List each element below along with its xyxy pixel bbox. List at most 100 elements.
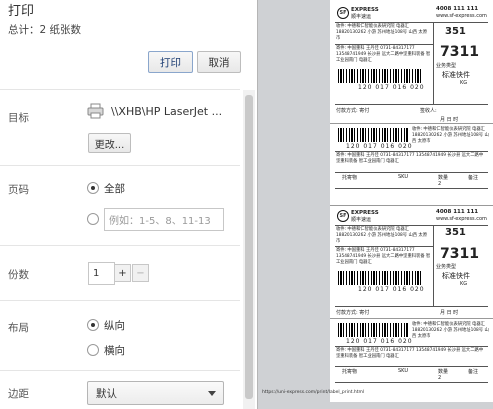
preview-page: SF EXPRESS 顺丰速运 4008 111 111 www.sf-expr… xyxy=(330,0,493,402)
margins-value: 默认 xyxy=(96,387,117,400)
tracking-number-4: 120 017 016 020 xyxy=(346,338,413,345)
hotline-2: 4008 111 111 xyxy=(436,209,479,215)
margins-select[interactable]: 默认 xyxy=(87,381,224,405)
margins-label: 边距 xyxy=(8,388,29,400)
rule xyxy=(335,225,488,226)
brand-cn: 顺丰速运 xyxy=(351,14,372,20)
print-settings-panel: 打印 总计：2 纸张数 打印 取消 目标 \\XHB\HP LaserJet .… xyxy=(0,0,257,409)
remark-label-2: 备注 xyxy=(468,369,479,375)
rule xyxy=(433,22,434,104)
rule xyxy=(335,172,488,173)
service-label-2: 业务类型 xyxy=(436,264,457,270)
rule xyxy=(335,382,488,383)
rule xyxy=(335,44,433,45)
hotline: 4008 111 111 xyxy=(436,6,479,12)
rule xyxy=(335,246,433,247)
printer-icon xyxy=(87,103,104,119)
chevron-down-icon xyxy=(208,391,216,396)
qty-label-2: 数量 xyxy=(438,369,449,375)
divider xyxy=(0,245,240,246)
divider xyxy=(0,370,240,371)
barcode-icon xyxy=(338,69,423,83)
signer-label: 签收人: xyxy=(420,108,437,114)
route-code-2: 351 xyxy=(445,227,466,238)
receiver-address: 收件: 中德和仁智能仪表研究院 电器汇 18820130262 小游 苏州地址1… xyxy=(336,24,428,41)
website: www.sf-express.com xyxy=(436,13,487,19)
layout-landscape-radio[interactable] xyxy=(87,344,99,356)
pages-all-label: 全部 xyxy=(104,183,125,195)
service-value-2: 标准快件 xyxy=(442,272,470,280)
rule xyxy=(335,346,488,347)
sign-date: 月 日 时 xyxy=(440,117,459,123)
tracking-number: 120 017 016 020 xyxy=(358,84,425,91)
destination-label: 目标 xyxy=(8,112,29,124)
qty-value: 2 xyxy=(438,181,442,187)
sender-address-2: 寄件: 中国重科 王丹佳 0731-84317177 13548741949 长… xyxy=(336,153,484,164)
pages-all-radio[interactable] xyxy=(87,182,99,194)
page-footer-url: https://uni-express.com/print/label_prin… xyxy=(262,390,365,395)
rule xyxy=(335,104,488,105)
barcode-icon xyxy=(338,128,408,142)
rule xyxy=(335,188,488,189)
receiver-address-2: 收件: 中德和仁智能仪表研究院 电器汇 18820130262 小游 苏州地址1… xyxy=(412,127,489,144)
route-code: 351 xyxy=(445,26,466,37)
receiver-address-3: 收件: 中德和仁智能仪表研究院 电器汇 18820130262 小游 苏州地址1… xyxy=(336,227,428,244)
dest-code: 7311 xyxy=(440,44,479,60)
cancel-button[interactable]: 取消 xyxy=(197,51,241,73)
pages-custom-radio[interactable] xyxy=(87,213,99,225)
layout-portrait-radio[interactable] xyxy=(87,319,99,331)
barcode-icon xyxy=(338,271,423,285)
pages-label: 页码 xyxy=(8,184,29,196)
weight-unit: KG xyxy=(460,80,468,86)
layout-label: 布局 xyxy=(8,322,29,334)
dest-code-2: 7311 xyxy=(440,246,479,262)
service-value: 标准快件 xyxy=(442,71,470,79)
sheet-count: 总计：2 纸张数 xyxy=(8,24,82,36)
sender-address-4: 寄件: 中国重科 王丹佳 0731-84317177 13548741949 长… xyxy=(336,348,484,359)
qty-label: 数量 xyxy=(438,175,449,181)
divider xyxy=(0,300,240,301)
rule xyxy=(330,205,493,206)
pages-range-input[interactable]: 例如：1-5、8、11-13 xyxy=(104,208,224,231)
divider xyxy=(0,165,240,166)
rule xyxy=(335,151,488,152)
rule xyxy=(330,123,493,124)
tracking-number-3: 120 017 016 020 xyxy=(358,286,425,293)
layout-landscape-label: 横向 xyxy=(104,345,125,357)
change-printer-button[interactable]: 更改... xyxy=(88,133,131,153)
brand-cn-2: 顺丰速运 xyxy=(351,217,372,223)
copies-input[interactable]: 1 xyxy=(88,262,115,285)
sku-label: SKU xyxy=(398,174,408,180)
rule xyxy=(335,306,488,307)
qty-value-2: 2 xyxy=(438,375,442,381)
sign-date-2: 月 日 时 xyxy=(440,310,459,316)
divider xyxy=(0,89,240,90)
sf-logo-icon: SF xyxy=(337,7,349,19)
tracking-number-2: 120 017 016 020 xyxy=(346,143,413,150)
weight-unit-2: KG xyxy=(460,281,468,287)
rule xyxy=(335,366,488,367)
layout-portrait-label: 纵向 xyxy=(104,320,125,332)
sender-address-3: 寄件: 中国重科 王丹佳 0731-84317177 13548741949 长… xyxy=(336,248,431,265)
printer-name: \\XHB\HP LaserJet ... xyxy=(111,105,223,118)
item-label-2: 托寄物 xyxy=(342,369,358,375)
rule xyxy=(433,225,434,307)
pay-method: 付款方式: 寄付 xyxy=(336,108,370,114)
sender-address: 寄件: 中国重科 王丹佳 0731-84317177 13548741949 长… xyxy=(336,46,431,63)
website-2: www.sf-express.com xyxy=(436,216,487,222)
receiver-address-4: 收件: 中德和仁智能仪表研究院 电器汇 18820130262 小游 苏州地址1… xyxy=(412,322,489,339)
rule xyxy=(335,22,488,23)
sf-logo-icon: SF xyxy=(337,210,349,222)
service-label: 业务类型 xyxy=(436,63,457,69)
barcode-icon xyxy=(338,323,408,337)
print-button[interactable]: 打印 xyxy=(148,51,193,73)
pay-method-2: 付款方式: 寄付 xyxy=(336,310,370,316)
item-label: 托寄物 xyxy=(342,175,358,181)
rule xyxy=(330,318,493,319)
copies-label: 份数 xyxy=(8,269,29,281)
remark-label: 备注 xyxy=(468,175,479,181)
settings-scrollbar-thumb[interactable] xyxy=(245,95,253,399)
copies-decrement-button[interactable]: − xyxy=(132,264,149,282)
dialog-title: 打印 xyxy=(8,4,35,19)
copies-increment-button[interactable]: + xyxy=(114,264,131,282)
